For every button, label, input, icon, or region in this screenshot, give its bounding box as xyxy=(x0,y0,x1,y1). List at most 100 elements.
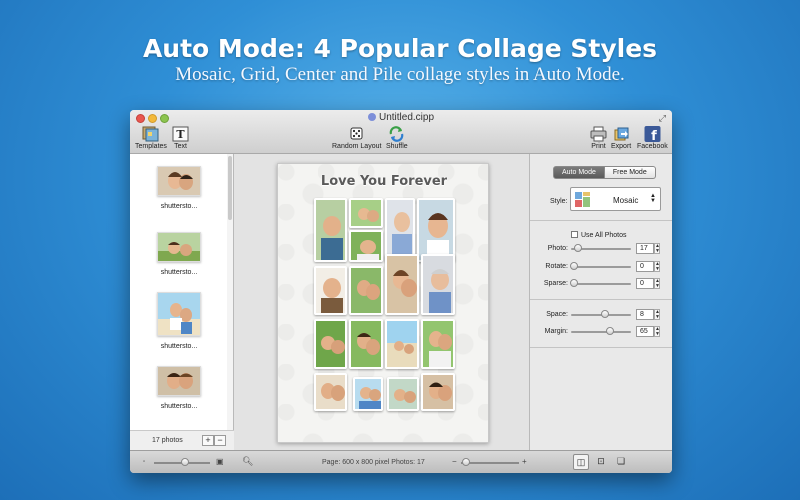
use-all-photos-row[interactable]: Use All Photos xyxy=(571,231,627,239)
space-label: Space: xyxy=(546,311,568,318)
space-slider-knob[interactable] xyxy=(601,310,609,318)
collage-photo[interactable] xyxy=(314,373,347,411)
updown-arrows-icon: ▲ ▼ xyxy=(650,193,656,204)
main-area: shuttersto... shuttersto... shuttersto..… xyxy=(130,154,672,450)
margin-field[interactable]: 65 xyxy=(636,326,654,337)
photo-slider-knob[interactable] xyxy=(574,244,582,252)
collage-photo[interactable] xyxy=(314,198,347,262)
document-icon xyxy=(367,113,376,121)
space-stepper[interactable]: ▲ ▼ xyxy=(654,309,660,320)
window-title: Untitled.cipp xyxy=(130,112,672,123)
print-button[interactable]: Print xyxy=(590,126,607,150)
collage-canvas: Love You Forever xyxy=(234,154,529,450)
collage-photo[interactable] xyxy=(314,266,347,315)
list-item[interactable]: shuttersto... xyxy=(130,366,228,410)
settings-panel: Auto Mode Free Mode Style: Mosaic ▲ ▼ Use… xyxy=(529,154,672,450)
photo-list-panel: shuttersto... shuttersto... shuttersto..… xyxy=(130,154,234,450)
facebook-icon: f xyxy=(644,126,661,142)
rotate-slider-knob[interactable] xyxy=(570,262,578,270)
sparse-field[interactable]: 0 xyxy=(636,278,654,289)
random-layout-button[interactable]: Random Layout xyxy=(332,126,381,150)
page-info: Page: 600 x 800 pixel Photos: 17 xyxy=(322,459,425,466)
photo-thumbnail xyxy=(157,166,201,196)
rotate-field[interactable]: 0 xyxy=(636,261,654,272)
dice-icon xyxy=(350,127,363,140)
divider xyxy=(530,299,672,300)
space-field[interactable]: 8 xyxy=(636,309,654,320)
text-button[interactable]: T Text xyxy=(172,126,189,150)
collage-photo[interactable] xyxy=(421,319,455,369)
banner-subline: Mosaic, Grid, Center and Pile collage st… xyxy=(175,64,625,85)
sparse-slider[interactable] xyxy=(571,283,631,285)
list-item[interactable]: shuttersto... xyxy=(130,232,228,276)
sparse-stepper[interactable]: ▲ ▼ xyxy=(654,278,660,289)
photo-thumbnail xyxy=(157,366,201,396)
collage-photo[interactable] xyxy=(421,373,455,411)
collage-photo[interactable] xyxy=(349,198,383,228)
margin-label: Margin: xyxy=(544,328,568,335)
style-label: Style: xyxy=(550,198,568,205)
photo-filename: shuttersto... xyxy=(160,269,198,276)
thumbnail-size-knob[interactable] xyxy=(181,458,189,466)
sparse-slider-knob[interactable] xyxy=(570,279,578,287)
zoom-slider-knob[interactable] xyxy=(462,458,470,466)
style-select[interactable]: Mosaic ▲ ▼ xyxy=(570,187,661,211)
remove-photo-button[interactable]: − xyxy=(214,435,226,446)
photo-field[interactable]: 17 xyxy=(636,243,654,254)
banner-headline: Auto Mode: 4 Popular Collage Styles xyxy=(142,34,658,63)
collage-photo[interactable] xyxy=(349,230,383,262)
photo-filename: shuttersto... xyxy=(160,343,198,350)
export-icon xyxy=(614,127,629,141)
titlebar: Untitled.cipp ⤢ Templates T Text Random … xyxy=(130,110,672,154)
collage-title[interactable]: Love You Forever xyxy=(278,174,490,189)
mosaic-style-icon xyxy=(575,192,590,207)
collage-photo[interactable] xyxy=(385,254,419,315)
use-all-photos-checkbox[interactable] xyxy=(571,231,578,238)
mode-selector: Auto Mode Free Mode xyxy=(553,166,656,179)
collage-photo[interactable] xyxy=(314,319,347,369)
photo-count: 17 photos xyxy=(152,437,183,444)
margin-slider[interactable] xyxy=(571,331,631,333)
templates-button[interactable]: Templates xyxy=(135,126,167,150)
scroll-thumb[interactable] xyxy=(228,156,232,220)
collage-photo[interactable] xyxy=(385,319,419,369)
zoom-out-button[interactable]: − xyxy=(452,457,457,466)
photo-label: Photo: xyxy=(547,245,568,252)
list-item[interactable]: shuttersto... xyxy=(130,292,228,350)
photo-thumbnail xyxy=(157,292,201,336)
margin-stepper[interactable]: ▲ ▼ xyxy=(654,326,660,337)
facebook-button[interactable]: f Facebook xyxy=(637,126,668,150)
zoom-in-button[interactable]: + xyxy=(522,457,527,466)
zoom-icon[interactable]: 🔍︎ xyxy=(242,456,253,467)
collage-photo[interactable] xyxy=(421,254,455,315)
photo-stepper[interactable]: ▲ ▼ xyxy=(654,243,660,254)
pages-view-icon[interactable]: ❏ xyxy=(613,454,629,470)
margin-slider-knob[interactable] xyxy=(606,327,614,335)
layout-view-icon[interactable]: ◫ xyxy=(573,454,589,470)
svg-text:T: T xyxy=(176,128,185,141)
shuffle-button[interactable]: Shuffle xyxy=(386,126,408,150)
rotate-slider-row: Rotate: 0 ▲ ▼ xyxy=(530,261,672,273)
photo-list-footer: 17 photos + − xyxy=(130,430,234,450)
fullscreen-icon[interactable]: ⤢ xyxy=(659,113,666,124)
collage-page[interactable]: Love You Forever xyxy=(277,163,489,443)
svg-text:f: f xyxy=(651,129,657,142)
collage-photo[interactable] xyxy=(349,266,383,315)
rotate-stepper[interactable]: ▲ ▼ xyxy=(654,261,660,272)
collage-photo[interactable] xyxy=(349,319,383,369)
free-mode-tab[interactable]: Free Mode xyxy=(604,166,656,179)
collage-photo[interactable] xyxy=(353,377,383,411)
collage-photo[interactable] xyxy=(417,198,455,262)
rotate-slider[interactable] xyxy=(571,266,631,268)
add-photo-button[interactable]: + xyxy=(202,435,214,446)
photo-view-icon[interactable]: ⊡ xyxy=(593,454,609,470)
photo-filename: shuttersto... xyxy=(160,203,198,210)
export-button[interactable]: Export xyxy=(611,126,631,150)
list-item[interactable]: shuttersto... xyxy=(130,166,228,210)
collage-photo[interactable] xyxy=(385,198,415,262)
text-icon: T xyxy=(172,126,189,142)
shuffle-icon xyxy=(390,126,404,142)
auto-mode-tab[interactable]: Auto Mode xyxy=(553,166,605,179)
photo-filename: shuttersto... xyxy=(160,403,198,410)
collage-photo[interactable] xyxy=(387,377,419,411)
